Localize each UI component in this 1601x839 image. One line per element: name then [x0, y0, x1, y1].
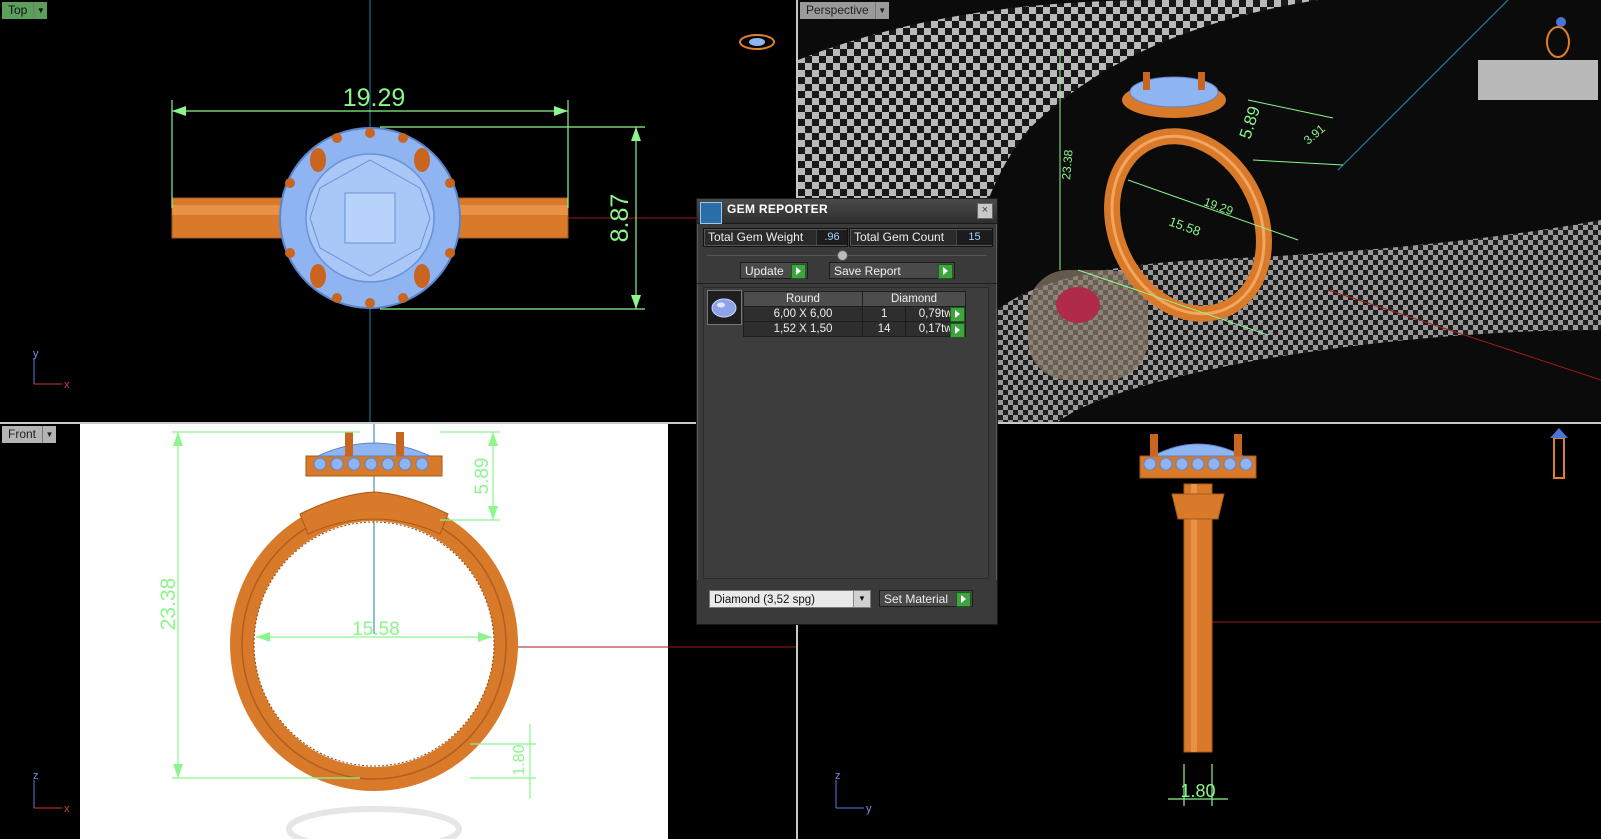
- update-label: Update: [745, 264, 784, 278]
- front-view-scene: 23.38 5.89 15.58 1.80 z x: [33, 424, 796, 839]
- total-gem-count-value[interactable]: 15: [956, 230, 992, 245]
- gem-shape-thumbnail[interactable]: [707, 290, 742, 325]
- viewport-front[interactable]: Front ▼ 23.38 5.89 15.58 1.80 z x: [0, 424, 796, 839]
- gem-size: 6,00 X 6,00: [743, 306, 863, 322]
- column-header-shape: Round: [743, 291, 863, 307]
- total-gem-weight-value[interactable]: .96: [816, 230, 847, 245]
- total-gem-count-label: Total Gem Count: [854, 230, 945, 244]
- front-inner-dim: 15.58: [352, 619, 400, 640]
- play-icon: [956, 592, 971, 607]
- play-icon: [791, 264, 806, 279]
- axis-x-label: x: [64, 379, 70, 391]
- view-cube-icon: [739, 34, 775, 50]
- viewport-front-label: Front: [2, 426, 43, 443]
- viewport-front-tag[interactable]: Front ▼: [2, 426, 57, 443]
- chevron-down-icon[interactable]: ▼: [42, 426, 57, 443]
- gem-count: 1: [861, 306, 907, 322]
- chevron-down-icon[interactable]: ▼: [853, 591, 870, 607]
- play-icon: [938, 264, 953, 279]
- front-head-dim: 5.89: [472, 458, 493, 495]
- gem-reporter-app-icon: [700, 202, 722, 224]
- viewport-perspective-label: Perspective: [800, 2, 875, 19]
- top-view-scene: 19.29 8.87 y x: [33, 0, 796, 422]
- view-ring-side-icon: [1550, 428, 1568, 479]
- material-select-value: Diamond (3,52 spg): [714, 594, 815, 606]
- axis-y-label: y: [33, 348, 39, 360]
- total-gem-weight-field: Total Gem Weight .96: [703, 228, 848, 247]
- material-select[interactable]: Diamond (3,52 spg) ▼: [709, 590, 871, 608]
- select-row-button[interactable]: [950, 323, 965, 338]
- splitter-handle[interactable]: [837, 250, 848, 261]
- divider: [697, 283, 997, 284]
- save-report-label: Save Report: [834, 264, 901, 278]
- select-row-button[interactable]: [950, 307, 965, 322]
- viewport-top-label: Top: [2, 2, 34, 19]
- viewport-perspective-tag[interactable]: Perspective ▼: [800, 2, 889, 19]
- total-gem-count-field: Total Gem Count 15: [849, 228, 993, 247]
- column-header-material: Diamond: [862, 291, 966, 307]
- gem-count: 14: [861, 321, 907, 337]
- total-gem-weight-label: Total Gem Weight: [708, 230, 804, 244]
- gem-reporter-titlebar[interactable]: GEM REPORTER ×: [697, 199, 997, 224]
- front-overall-dim: 23.38: [157, 578, 180, 631]
- save-report-button[interactable]: Save Report: [829, 262, 955, 279]
- update-button[interactable]: Update: [740, 262, 808, 279]
- top-height-dim: 8.87: [606, 194, 634, 243]
- persp-overall-dim: 23.38: [1059, 149, 1076, 180]
- close-button[interactable]: ×: [977, 203, 993, 219]
- gem-reporter-title: GEM REPORTER: [727, 202, 828, 216]
- table-row[interactable]: 1,52 X 1,50 14 0,17tw: [743, 321, 966, 337]
- axis-x-label: x: [64, 803, 70, 815]
- gem-table: Round Diamond 6,00 X 6,00 1 0,79tw 1,52 …: [743, 291, 966, 337]
- viewport-top-tag[interactable]: Top ▼: [2, 2, 48, 19]
- front-band-dim: 1.80: [511, 744, 528, 775]
- table-row[interactable]: 6,00 X 6,00 1 0,79tw: [743, 306, 966, 322]
- gem-size: 1,52 X 1,50: [743, 321, 863, 337]
- set-material-label: Set Material: [884, 592, 949, 606]
- axis-y-label: y: [866, 803, 872, 815]
- side-band-dim: 1.80: [1180, 781, 1215, 801]
- top-width-dim: 19.29: [343, 84, 406, 112]
- chevron-down-icon[interactable]: ▼: [874, 2, 889, 19]
- axis-z-label: z: [33, 770, 39, 782]
- viewport-top[interactable]: Top ▼ 19.29 8.87 y x: [0, 0, 796, 422]
- gem-reporter-panel: GEM REPORTER × Total Gem Weight .96 Tota…: [696, 198, 998, 625]
- axis-z-label: z: [835, 770, 841, 782]
- chevron-down-icon[interactable]: ▼: [33, 2, 48, 19]
- set-material-button[interactable]: Set Material: [879, 590, 973, 607]
- round-gem-icon: [711, 298, 737, 318]
